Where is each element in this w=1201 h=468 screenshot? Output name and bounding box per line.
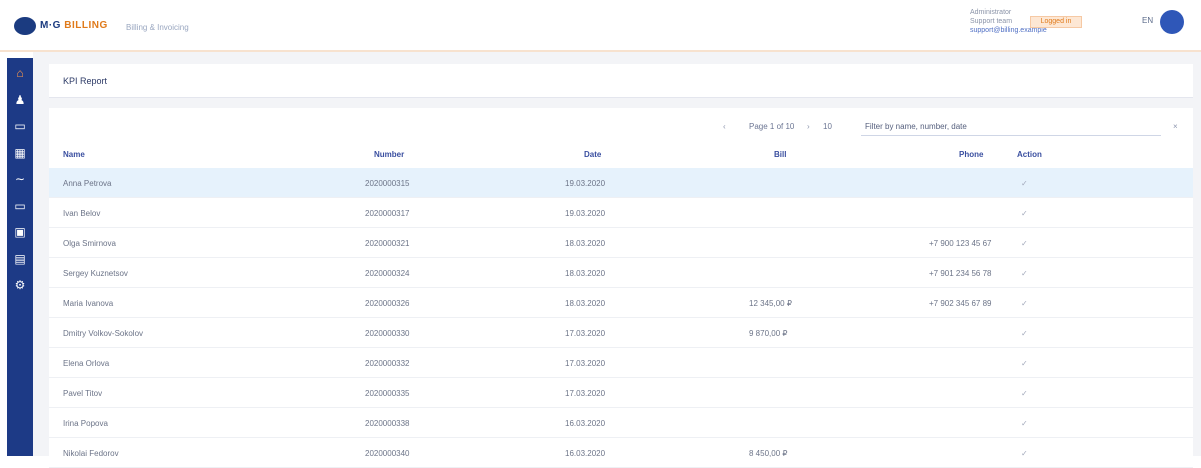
brand-main: BILLING <box>64 20 108 31</box>
cell-date: 18.03.2020 <box>565 269 606 278</box>
cell-date: 17.03.2020 <box>565 359 606 368</box>
cell-bill: 8 450,00 ₽ <box>749 449 788 458</box>
row-action-checkbox[interactable]: ✓ <box>1021 299 1028 308</box>
brand-prefix: M·G <box>40 20 61 31</box>
cell-number: 2020000338 <box>365 419 410 428</box>
brand-subtitle: Billing & Invoicing <box>126 23 189 32</box>
table-row[interactable]: Dmitry Volkov-Sokolov 2020000330 17.03.202… <box>49 318 1193 348</box>
cell-number: 2020000335 <box>365 389 410 398</box>
cell-name: Elena Orlova <box>63 359 110 368</box>
cell-date: 17.03.2020 <box>565 389 606 398</box>
cell-phone: +7 902 345 67 89 <box>929 299 992 308</box>
page-next-button[interactable]: › <box>807 122 810 131</box>
table-row[interactable]: Elena Orlova 2020000332 17.03.2020 ✓ <box>49 348 1193 378</box>
page-prev-button[interactable]: ‹ <box>723 122 726 131</box>
wallet-icon[interactable]: ▣ <box>7 221 33 243</box>
column-header-phone[interactable]: Phone <box>959 150 983 159</box>
page-title: KPI Report <box>63 76 108 86</box>
row-action-checkbox[interactable]: ✓ <box>1021 359 1028 368</box>
table-row[interactable]: Nikolai Fedorov 2020000340 16.03.2020 8 450… <box>49 438 1193 468</box>
cell-date: 16.03.2020 <box>565 449 606 458</box>
column-header-action[interactable]: Action <box>1017 150 1042 159</box>
cell-name: Dmitry Volkov-Sokolov <box>63 329 144 338</box>
row-action-checkbox[interactable]: ✓ <box>1021 329 1028 338</box>
cell-number: 2020000332 <box>365 359 410 368</box>
main-content: KPI Report ‹ Page 1 of 10 › 10 Filter by… <box>33 52 1201 468</box>
top-bar: M·G BILLING Billing & Invoicing Administ… <box>0 0 1201 52</box>
clear-filter-button[interactable]: × <box>1173 122 1178 131</box>
page-size-select[interactable]: 10 <box>823 122 832 131</box>
cell-number: 2020000321 <box>365 239 410 248</box>
cell-number: 2020000340 <box>365 449 410 458</box>
sidebar: ⌂ ♟ ▭ ▦ ∼ ▭ ▣ ▤ ⚙ <box>7 58 33 456</box>
brand-logo-icon[interactable] <box>14 17 36 35</box>
table-row[interactable]: Maria Ivanova 2020000326 18.03.2020 12 345,… <box>49 288 1193 318</box>
breadcrumb: KPI Report <box>49 64 1193 98</box>
row-action-checkbox[interactable]: ✓ <box>1021 389 1028 398</box>
cell-phone: +7 900 123 45 67 <box>929 239 992 248</box>
comment-icon[interactable]: ▭ <box>7 115 33 137</box>
table-row[interactable]: Pavel Titov 2020000335 17.03.2020 ✓ <box>49 378 1193 408</box>
cell-name: Nikolai Fedorov <box>63 449 119 458</box>
page-range: Page 1 of 10 <box>749 122 795 131</box>
cell-name: Sergey Kuznetsov <box>63 269 128 278</box>
cell-phone: +7 901 234 56 78 <box>929 269 992 278</box>
cell-date: 18.03.2020 <box>565 239 606 248</box>
cell-bill: 12 345,00 ₽ <box>749 299 792 308</box>
list-icon[interactable]: ▤ <box>7 248 33 270</box>
cell-date: 17.03.2020 <box>565 329 606 338</box>
column-header-bill[interactable]: Bill <box>774 150 786 159</box>
column-header-date[interactable]: Date <box>584 150 601 159</box>
table-row[interactable]: Irina Popova 2020000338 16.03.2020 ✓ <box>49 408 1193 438</box>
column-header-name[interactable]: Name <box>63 150 85 159</box>
cell-number: 2020000324 <box>365 269 410 278</box>
cell-name: Irina Popova <box>63 419 108 428</box>
row-action-checkbox[interactable]: ✓ <box>1021 179 1028 188</box>
cell-date: 18.03.2020 <box>565 299 606 308</box>
row-action-checkbox[interactable]: ✓ <box>1021 449 1028 458</box>
row-action-checkbox[interactable]: ✓ <box>1021 419 1028 428</box>
row-action-checkbox[interactable]: ✓ <box>1021 269 1028 278</box>
cell-date: 19.03.2020 <box>565 179 606 188</box>
cell-bill: 9 870,00 ₽ <box>749 329 788 338</box>
inbox-icon[interactable]: ▭ <box>7 195 33 217</box>
home-icon[interactable]: ⌂ <box>7 62 33 84</box>
table-header: Name Number Date Bill Phone Action <box>49 144 1193 168</box>
cell-name: Pavel Titov <box>63 389 103 398</box>
user-avatar[interactable] <box>1160 10 1184 34</box>
session-badge: Logged in <box>1030 16 1082 28</box>
cell-number: 2020000317 <box>365 209 410 218</box>
row-action-checkbox[interactable]: ✓ <box>1021 209 1028 218</box>
gear-icon[interactable]: ⚙ <box>7 274 33 296</box>
table-row[interactable]: Ivan Belov 2020000317 19.03.2020 ✓ <box>49 198 1193 228</box>
account-info[interactable]: Administrator Support team support@billi… <box>970 8 1100 35</box>
cell-name: Ivan Belov <box>63 209 101 218</box>
table-row[interactable]: Anna Petrova 2020000315 19.03.2020 ✓ <box>49 168 1193 198</box>
user-icon[interactable]: ♟ <box>7 89 33 111</box>
table-row[interactable]: Sergey Kuznetsov 2020000324 18.03.2020 +7 9… <box>49 258 1193 288</box>
cell-name: Olga Smirnova <box>63 239 116 248</box>
language-switch[interactable]: EN <box>1142 16 1153 25</box>
filter-input[interactable]: Filter by name, number, date <box>861 118 1161 136</box>
table-row[interactable]: Olga Smirnova 2020000321 18.03.2020 +7 900 … <box>49 228 1193 258</box>
cell-date: 16.03.2020 <box>565 419 606 428</box>
column-header-number[interactable]: Number <box>374 150 404 159</box>
cell-number: 2020000330 <box>365 329 410 338</box>
row-action-checkbox[interactable]: ✓ <box>1021 239 1028 248</box>
calendar-icon[interactable]: ▦ <box>7 142 33 164</box>
brand-name[interactable]: M·G BILLING <box>40 20 108 31</box>
cell-name: Maria Ivanova <box>63 299 114 308</box>
cell-date: 19.03.2020 <box>565 209 606 218</box>
cell-number: 2020000326 <box>365 299 410 308</box>
cell-name: Anna Petrova <box>63 179 112 188</box>
chart-line-icon[interactable]: ∼ <box>7 168 33 190</box>
cell-number: 2020000315 <box>365 179 410 188</box>
